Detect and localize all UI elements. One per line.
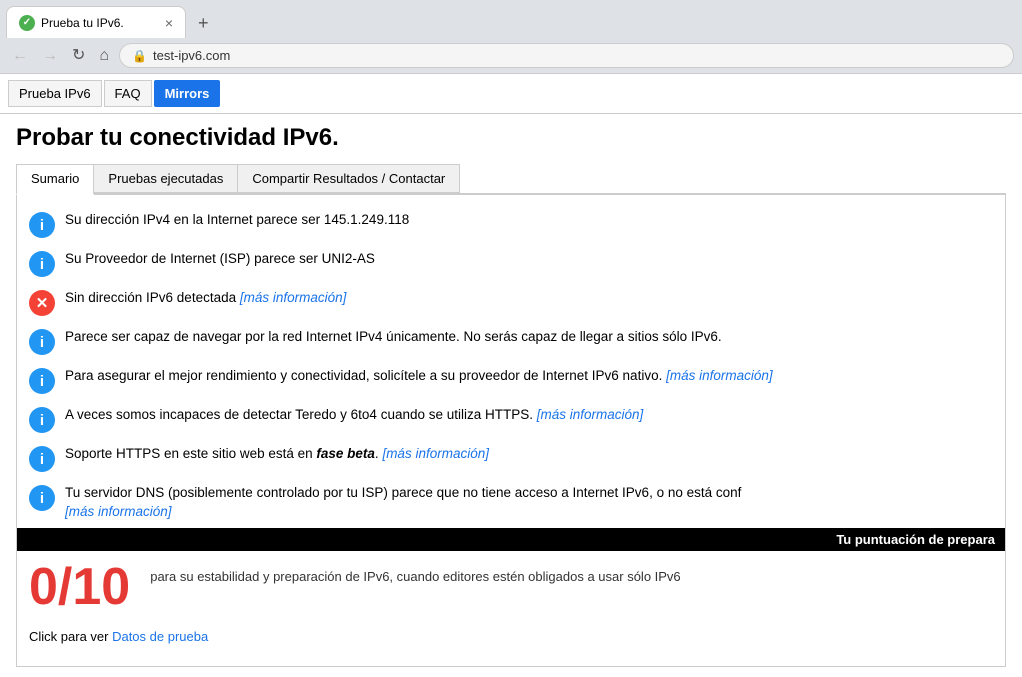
mas-info-link-4[interactable]: [más información]: [382, 446, 489, 461]
lock-icon: 🔒: [132, 49, 147, 63]
tab-sumario[interactable]: Sumario: [16, 164, 94, 195]
info-icon-6: i: [29, 446, 55, 472]
info-icon-3: i: [29, 329, 55, 355]
site-nav: Prueba IPv6 FAQ Mirrors: [0, 74, 1022, 114]
result-text-https-before: Soporte HTTPS en este sitio web está en: [65, 446, 316, 461]
favicon: ✓: [19, 15, 35, 31]
result-text-fase-beta: fase beta: [316, 446, 375, 461]
tab-pruebas[interactable]: Pruebas ejecutadas: [94, 164, 238, 193]
address-bar[interactable]: 🔒 test-ipv6.com: [119, 43, 1014, 68]
result-text-no-ipv6-main: Sin dirección IPv6 detectada: [65, 290, 240, 305]
address-text: test-ipv6.com: [153, 48, 1001, 63]
result-item-no-ipv6: ✕ Sin dirección IPv6 detectada [más info…: [17, 283, 1005, 322]
result-text-https: Soporte HTTPS en este sitio web está en …: [65, 445, 993, 464]
site-nav-prueba-ipv6[interactable]: Prueba IPv6: [8, 80, 102, 107]
datos-section: Click para ver Datos de prueba: [17, 623, 1005, 656]
error-icon: ✕: [29, 290, 55, 316]
mas-info-link-1[interactable]: [más información]: [240, 290, 347, 305]
score-number: 0/10: [29, 561, 130, 613]
result-item-rendimiento: i Para asegurar el mejor rendimiento y c…: [17, 361, 1005, 400]
main-content: Probar tu conectividad IPv6. Sumario Pru…: [0, 114, 1022, 677]
results-area: i Su dirección IPv4 en la Internet parec…: [16, 195, 1006, 667]
page-content: Prueba IPv6 FAQ Mirrors Probar tu conect…: [0, 74, 1022, 677]
mas-info-link-2[interactable]: [más información]: [666, 368, 773, 383]
result-item-ipv4-only: i Parece ser capaz de navegar por la red…: [17, 322, 1005, 361]
result-item-teredo: i A veces somos incapaces de detectar Te…: [17, 400, 1005, 439]
score-bar: Tu puntuación de prepara: [17, 528, 1005, 551]
result-text-teredo: A veces somos incapaces de detectar Tere…: [65, 406, 993, 425]
result-text-ipv4: Su dirección IPv4 en la Internet parece …: [65, 211, 993, 230]
browser-chrome: ✓ Prueba tu IPv6. × + ← → ↻ ⌂ 🔒 test-ipv…: [0, 0, 1022, 74]
score-description: para su estabilidad y preparación de IPv…: [150, 561, 680, 584]
site-nav-mirrors[interactable]: Mirrors: [154, 80, 221, 107]
datos-link[interactable]: Datos de prueba: [112, 629, 208, 644]
tab-bar: ✓ Prueba tu IPv6. × +: [0, 0, 1022, 38]
info-icon-4: i: [29, 368, 55, 394]
site-nav-faq[interactable]: FAQ: [104, 80, 152, 107]
forward-button[interactable]: →: [38, 46, 62, 66]
result-item-isp: i Su Proveedor de Internet (ISP) parece …: [17, 244, 1005, 283]
datos-prefix: Click para ver: [29, 629, 112, 644]
refresh-button[interactable]: ↻: [68, 46, 89, 66]
info-icon-2: i: [29, 251, 55, 277]
info-icon-5: i: [29, 407, 55, 433]
home-button[interactable]: ⌂: [95, 46, 113, 66]
info-icon-7: i: [29, 485, 55, 511]
browser-tab[interactable]: ✓ Prueba tu IPv6. ×: [6, 6, 186, 38]
tab-compartir[interactable]: Compartir Resultados / Contactar: [238, 164, 460, 193]
result-text-ipv4-only: Parece ser capaz de navegar por la red I…: [65, 328, 993, 347]
result-item-ipv4: i Su dirección IPv4 en la Internet parec…: [17, 205, 1005, 244]
result-item-https: i Soporte HTTPS en este sitio web está e…: [17, 439, 1005, 478]
tab-title: Prueba tu IPv6.: [41, 16, 159, 30]
score-section: 0/10 para su estabilidad y preparación d…: [17, 551, 1005, 623]
mas-info-link-5[interactable]: [más información]: [65, 504, 172, 519]
result-text-rendimiento: Para asegurar el mejor rendimiento y con…: [65, 367, 993, 386]
back-button[interactable]: ←: [8, 46, 32, 66]
result-text-dns-main: Tu servidor DNS (posiblemente controlado…: [65, 485, 741, 500]
result-text-dns: Tu servidor DNS (posiblemente controlado…: [65, 484, 993, 522]
result-text-no-ipv6: Sin dirección IPv6 detectada [más inform…: [65, 289, 993, 308]
mas-info-link-3[interactable]: [más información]: [537, 407, 644, 422]
address-bar-row: ← → ↻ ⌂ 🔒 test-ipv6.com: [0, 38, 1022, 74]
info-icon-1: i: [29, 212, 55, 238]
score-bar-label: Tu puntuación de prepara: [836, 532, 995, 547]
result-text-rendimiento-main: Para asegurar el mejor rendimiento y con…: [65, 368, 666, 383]
new-tab-button[interactable]: +: [190, 9, 217, 38]
result-item-dns: i Tu servidor DNS (posiblemente controla…: [17, 478, 1005, 528]
tab-close-button[interactable]: ×: [165, 16, 173, 30]
page-title: Probar tu conectividad IPv6.: [16, 124, 1006, 152]
content-tabs: Sumario Pruebas ejecutadas Compartir Res…: [16, 164, 1006, 195]
result-text-teredo-main: A veces somos incapaces de detectar Tere…: [65, 407, 537, 422]
result-text-isp: Su Proveedor de Internet (ISP) parece se…: [65, 250, 993, 269]
